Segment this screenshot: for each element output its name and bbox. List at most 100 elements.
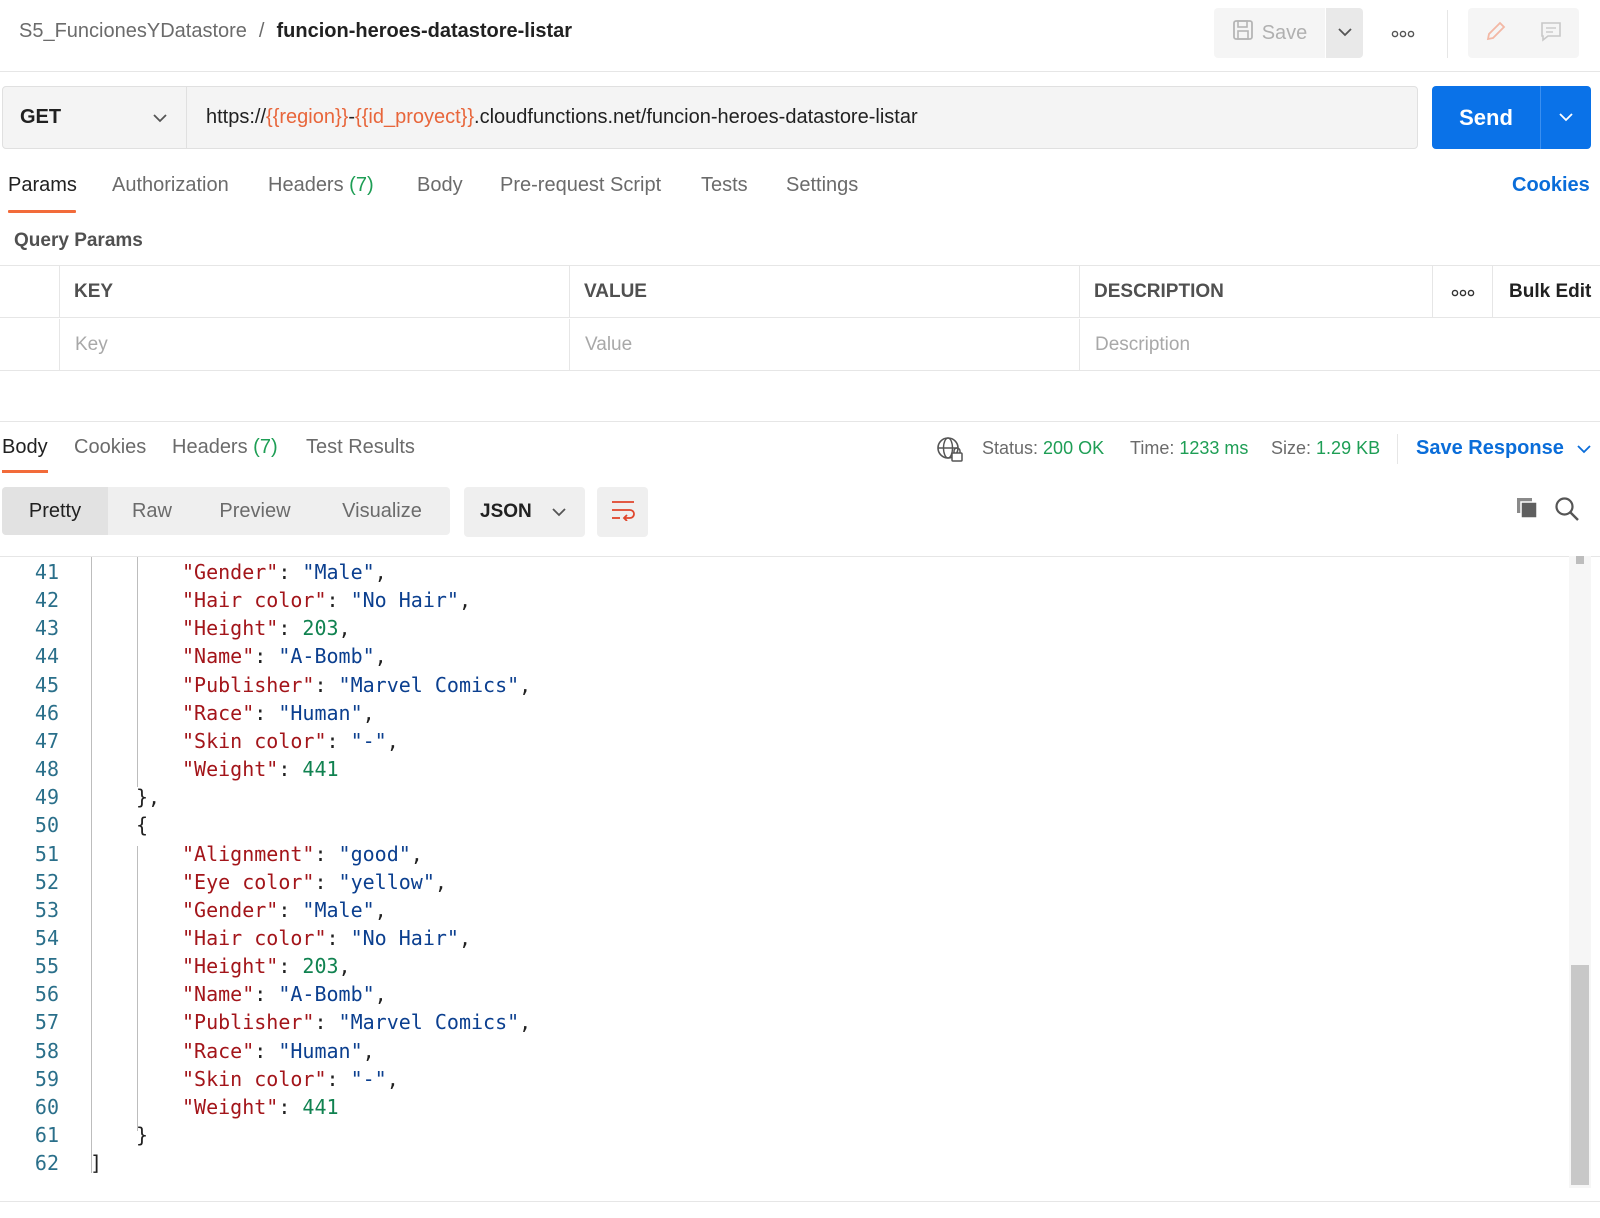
json-punctuation: : [278, 560, 303, 584]
breadcrumb-collection[interactable]: S5_FuncionesYDatastore [19, 20, 247, 43]
response-tab-cookies[interactable]: Cookies [74, 436, 146, 459]
json-punctuation: : [326, 728, 351, 753]
response-tab-test-results[interactable]: Test Results [306, 436, 415, 459]
scroll-up-arrow[interactable] [1576, 556, 1584, 564]
tab-body[interactable]: Body [417, 174, 463, 197]
tab-prerequest-script[interactable]: Pre-request Script [500, 174, 661, 197]
url-text: https:// [206, 106, 267, 128]
code-text: "Skin color": "-", [182, 727, 399, 756]
json-string: "A-Bomb" [278, 982, 375, 1007]
json-string: "Male" [302, 560, 375, 584]
line-number: 52 [34, 869, 59, 894]
response-body-editor[interactable]: 41 "Gender": "Male", 42 "Hair color": "No H… [0, 556, 1600, 1188]
json-punctuation: { [136, 813, 149, 838]
tab-authorization[interactable]: Authorization [112, 174, 229, 197]
search-icon[interactable] [1554, 496, 1580, 527]
key-input[interactable]: Key [59, 319, 569, 371]
copy-icon[interactable] [1515, 496, 1539, 525]
tab-settings[interactable]: Settings [786, 174, 858, 197]
code-text: "Hair color": "No Hair", [182, 586, 471, 615]
json-punctuation: , [386, 1066, 399, 1091]
more-actions-button[interactable] [1388, 20, 1418, 48]
cookies-link[interactable]: Cookies [1512, 174, 1590, 197]
code-line: 47 "Skin color": "-", [0, 727, 1560, 756]
json-key: "Weight" [182, 1094, 279, 1119]
json-key: "Eye color" [182, 869, 315, 894]
code-text: "Name": "A-Bomb", [182, 642, 387, 671]
json-punctuation: : [314, 672, 339, 697]
status-readout: Status: 200 OK [982, 438, 1104, 459]
save-response-button[interactable]: Save Response [1416, 437, 1592, 460]
format-preview[interactable]: Preview [196, 487, 314, 535]
method-select[interactable]: GET [3, 87, 187, 148]
format-pretty[interactable]: Pretty [2, 487, 108, 535]
top-bar: S5_FuncionesYDatastore / funcion-heroes-… [0, 0, 1600, 72]
more-icon [1391, 25, 1415, 43]
url-bar: GET https://{{region}} - {{id_proyect}} .cl… [2, 86, 1418, 149]
line-number: 46 [34, 700, 59, 725]
line-number: 60 [34, 1094, 59, 1119]
code-text: }, [136, 783, 160, 812]
status-value[interactable]: 200 OK [1043, 438, 1104, 458]
format-visualize[interactable]: Visualize [314, 487, 450, 535]
json-punctuation: , [374, 560, 387, 584]
table-header-row: KEY VALUE DESCRIPTION Bulk Edit [0, 266, 1600, 318]
editor-scrollbar-thumb[interactable] [1571, 965, 1589, 1185]
json-key: "Publisher" [182, 672, 315, 697]
edit-button[interactable] [1468, 8, 1523, 58]
send-options-button[interactable] [1540, 86, 1590, 149]
code-line: 61} [0, 1121, 1560, 1150]
line-number: 48 [34, 757, 59, 782]
json-key: "Height" [182, 954, 279, 979]
bulk-edit-button[interactable]: Bulk Edit [1492, 266, 1600, 318]
response-tab-headers[interactable]: Headers (7) [172, 436, 278, 459]
comments-button[interactable] [1523, 8, 1578, 58]
table-row: Key Value Description [0, 319, 1600, 371]
json-number: 441 [302, 1094, 339, 1119]
line-number: 50 [34, 813, 59, 838]
more-icon [1451, 281, 1475, 303]
size-readout: Size: 1.29 KB [1271, 438, 1380, 459]
json-punctuation: : [254, 1038, 279, 1063]
line-number: 43 [34, 616, 59, 641]
active-tab-indicator [8, 210, 76, 213]
json-key: "Gender" [182, 897, 279, 922]
response-divider [0, 421, 1600, 422]
save-button[interactable]: Save [1214, 8, 1325, 58]
json-punctuation: : [326, 588, 351, 613]
size-value[interactable]: 1.29 KB [1316, 438, 1380, 458]
tab-headers[interactable]: Headers (7) [268, 174, 374, 197]
line-number: 53 [34, 897, 59, 922]
language-select[interactable]: JSON [464, 487, 585, 537]
format-raw[interactable]: Raw [108, 487, 196, 535]
json-number: 203 [302, 954, 339, 979]
json-punctuation: : [314, 841, 339, 866]
save-icon [1232, 19, 1254, 47]
line-number: 51 [34, 841, 59, 866]
save-options-button[interactable] [1326, 8, 1363, 58]
wrap-lines-button[interactable] [597, 487, 648, 537]
line-number: 45 [34, 672, 59, 697]
tab-params[interactable]: Params [8, 174, 77, 197]
code-text: "Publisher": "Marvel Comics", [182, 671, 531, 700]
value-input[interactable]: Value [569, 319, 1079, 371]
response-tab-body[interactable]: Body [2, 436, 48, 459]
tab-tests[interactable]: Tests [701, 174, 748, 197]
line-number: 62 [34, 1151, 59, 1176]
format-selector: Pretty Raw Preview Visualize [2, 487, 450, 535]
json-punctuation: , [338, 954, 351, 979]
url-input[interactable]: https://{{region}} - {{id_proyect}} .cloudf… [187, 87, 1417, 148]
globe-lock-icon[interactable] [936, 436, 964, 469]
tab-headers-label: Headers [268, 174, 344, 196]
send-button[interactable]: Send [1432, 86, 1540, 149]
json-punctuation: , [519, 672, 532, 697]
time-value[interactable]: 1233 ms [1179, 438, 1248, 458]
request-name[interactable]: funcion-heroes-datastore-listar [276, 20, 572, 43]
json-string: "A-Bomb" [278, 644, 375, 669]
url-variable: {{id_proyect}} [355, 106, 475, 128]
json-punctuation: : [278, 897, 303, 922]
column-options-button[interactable] [1432, 266, 1492, 318]
description-input[interactable]: Description [1079, 319, 1600, 371]
code-text: "Race": "Human", [182, 699, 375, 728]
code-text: "Publisher": "Marvel Comics", [182, 1008, 531, 1037]
